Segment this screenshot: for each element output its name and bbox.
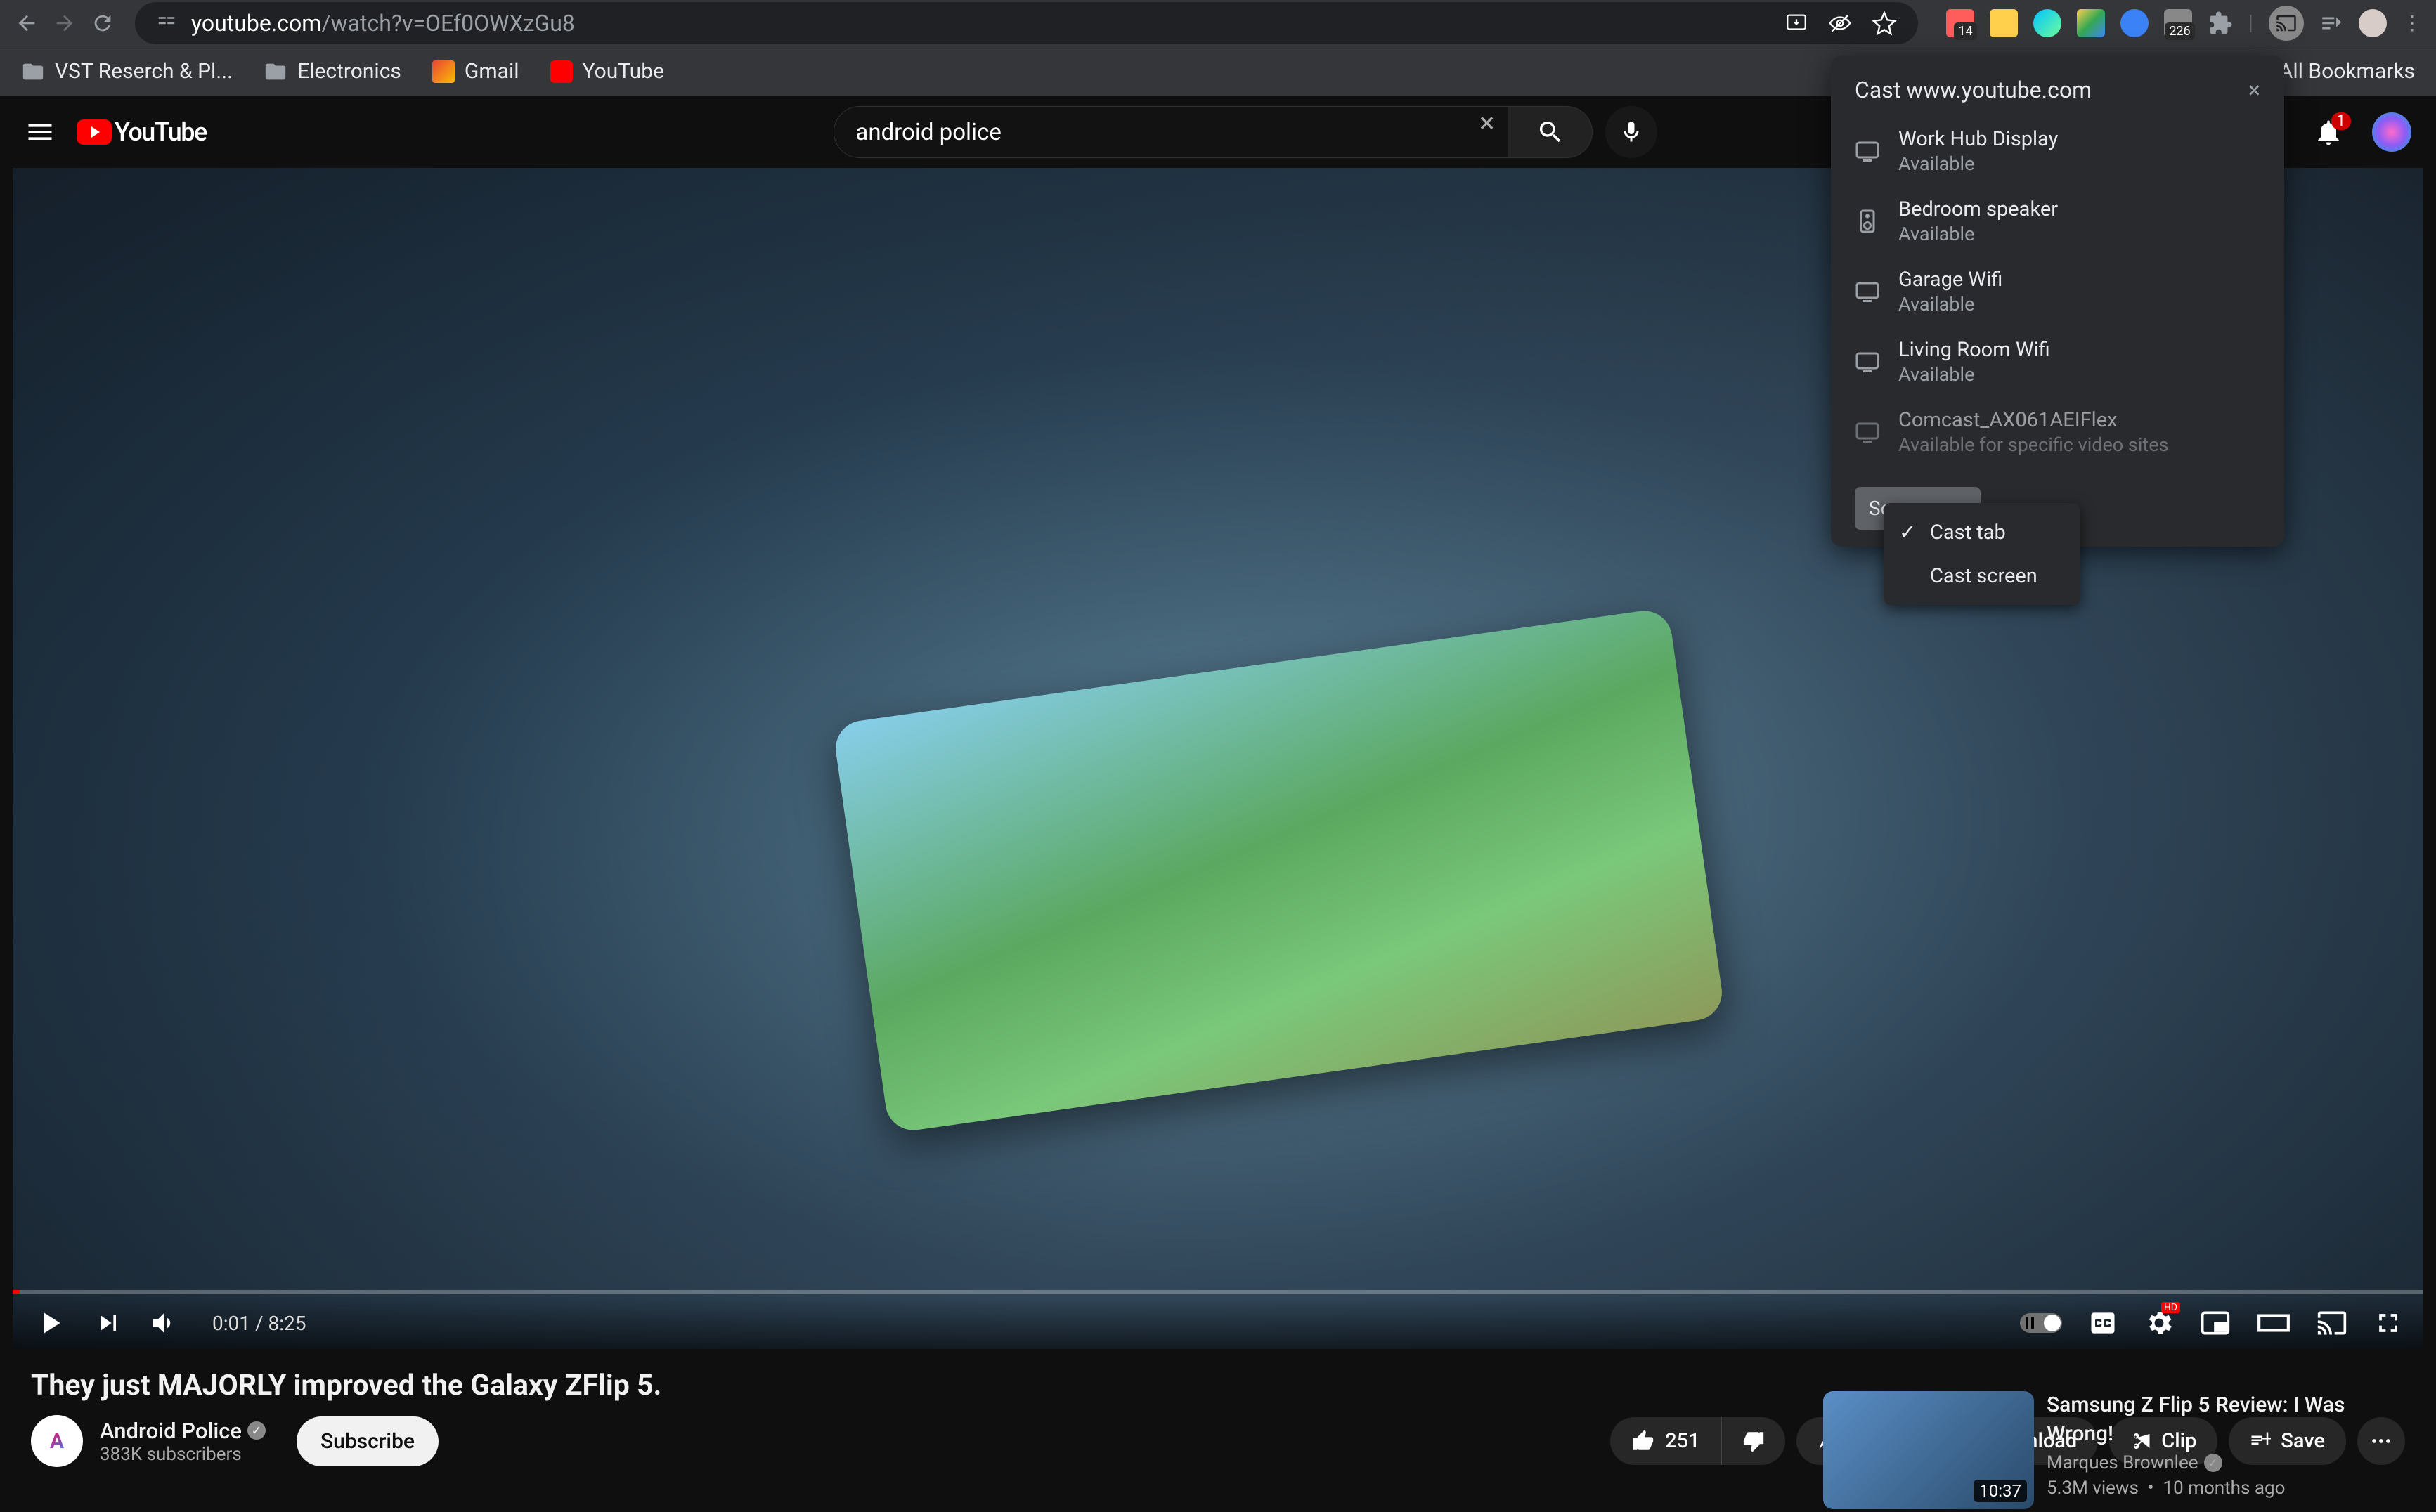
source-option[interactable]: ✓ Cast tab xyxy=(1884,510,2080,554)
like-count: 251 xyxy=(1665,1429,1699,1453)
ext-counter-icon[interactable]: 226 xyxy=(2164,9,2192,37)
dislike-button[interactable] xyxy=(1722,1417,1785,1465)
profile-avatar[interactable] xyxy=(2359,9,2387,37)
youtube-logo[interactable]: YouTube xyxy=(77,117,207,147)
source-option[interactable]: Cast screen xyxy=(1884,554,2080,598)
recommended-meta: 5.3M views • 10 months ago xyxy=(2047,1478,2405,1499)
check-icon: ✓ xyxy=(1899,520,1916,545)
account-avatar[interactable] xyxy=(2372,112,2411,152)
ext-zoom-icon[interactable] xyxy=(2120,9,2149,37)
bookmark-star-icon[interactable] xyxy=(1872,11,1897,36)
like-button[interactable]: 251 xyxy=(1610,1417,1721,1465)
cast-device-status: Available xyxy=(1898,152,2058,175)
sources-menu: ✓ Cast tab Cast screen xyxy=(1884,503,2080,605)
bookmark-label: Gmail xyxy=(465,59,519,84)
recommended-thumbnail[interactable]: 10:37 xyxy=(1823,1391,2034,1509)
subscriber-count: 383K subscribers xyxy=(100,1444,266,1465)
media-control-icon[interactable] xyxy=(2319,11,2343,35)
cast-player-button[interactable] xyxy=(2317,1308,2347,1338)
cast-device-item: Comcast_AX061AEIFlexAvailable for specif… xyxy=(1831,397,2284,467)
bookmark-youtube[interactable]: YouTube xyxy=(550,59,665,84)
cast-popup: Cast www.youtube.com × Work Hub DisplayA… xyxy=(1831,56,2284,547)
search-form: × xyxy=(834,106,1593,158)
thumb-duration: 10:37 xyxy=(1974,1480,2027,1502)
cast-device-status: Available for specific video sites xyxy=(1898,434,2169,456)
ext-circle-icon[interactable] xyxy=(2033,9,2061,37)
subscribe-button[interactable]: Subscribe xyxy=(297,1416,439,1466)
cast-device-name: Bedroom speaker xyxy=(1898,197,2058,221)
ext-drive-icon[interactable] xyxy=(2077,9,2105,37)
bookmark-gmail[interactable]: Gmail xyxy=(432,59,519,84)
install-app-icon[interactable] xyxy=(1784,11,1808,35)
autoplay-toggle[interactable] xyxy=(2020,1313,2062,1333)
back-button[interactable] xyxy=(14,11,39,36)
cast-device-icon xyxy=(1855,209,1880,234)
source-label: Cast screen xyxy=(1930,564,2037,588)
cast-device-icon xyxy=(1855,138,1880,164)
cast-device-name: Living Room Wifi xyxy=(1898,338,2050,362)
chrome-menu-icon[interactable]: ⋮ xyxy=(2402,11,2422,34)
player-controls: 0:01 / 8:25 HD xyxy=(13,1297,2423,1349)
notification-badge: 1 xyxy=(2331,112,2351,130)
verified-icon: ✓ xyxy=(2204,1454,2222,1472)
fullscreen-button[interactable] xyxy=(2373,1308,2404,1338)
address-bar[interactable]: youtube.com/watch?v=OEf0OWXzGu8 xyxy=(135,2,1918,44)
cast-device-icon xyxy=(1855,349,1880,374)
miniplayer-button[interactable] xyxy=(2200,1308,2231,1338)
bookmark-label: YouTube xyxy=(583,59,665,84)
site-info-icon[interactable] xyxy=(156,13,177,34)
extensions-puzzle-icon[interactable] xyxy=(2208,11,2233,36)
search-input[interactable] xyxy=(834,106,1522,158)
captions-button[interactable] xyxy=(2087,1308,2118,1338)
recommended-channel[interactable]: Marques Brownlee✓ xyxy=(2047,1452,2405,1473)
reload-button[interactable] xyxy=(90,11,115,36)
ext-notes-icon[interactable] xyxy=(1990,9,2018,37)
channel-name[interactable]: Android Police✓ xyxy=(100,1418,266,1444)
cast-device-icon xyxy=(1855,419,1880,445)
cast-device-status: Available xyxy=(1898,293,2002,315)
bookmark-label: VST Reserch & Pl... xyxy=(55,59,233,84)
volume-button[interactable] xyxy=(149,1308,180,1338)
channel-avatar[interactable]: A xyxy=(31,1415,83,1467)
incognito-eye-icon[interactable] xyxy=(1828,11,1852,35)
next-button[interactable] xyxy=(93,1308,124,1338)
progress-bar[interactable] xyxy=(13,1290,2423,1294)
ext-calendar-icon[interactable]: 14 xyxy=(1946,9,1974,37)
theater-button[interactable] xyxy=(2256,1305,2291,1341)
cast-popup-title: Cast www.youtube.com xyxy=(1855,77,2092,103)
recommended-title[interactable]: Samsung Z Flip 5 Review: I Was Wrong! xyxy=(2047,1391,2405,1448)
cast-button-active[interactable] xyxy=(2269,6,2304,41)
browser-toolbar: youtube.com/watch?v=OEf0OWXzGu8 14 226 |… xyxy=(0,0,2436,46)
voice-search-button[interactable] xyxy=(1605,106,1657,158)
source-label: Cast tab xyxy=(1930,521,2006,545)
bookmark-label: All Bookmarks xyxy=(2279,59,2415,84)
search-button[interactable] xyxy=(1508,106,1593,158)
settings-button[interactable]: HD xyxy=(2144,1308,2175,1338)
bookmark-folder-vst[interactable]: VST Reserch & Pl... xyxy=(21,59,233,84)
cast-device-item[interactable]: Work Hub DisplayAvailable xyxy=(1831,116,2284,186)
cast-device-item[interactable]: Bedroom speakerAvailable xyxy=(1831,186,2284,256)
cast-device-item[interactable]: Garage WifiAvailable xyxy=(1831,256,2284,327)
time-display: 0:01 / 8:25 xyxy=(212,1312,306,1335)
notifications-icon[interactable]: 1 xyxy=(2313,117,2344,148)
url-text: youtube.com/watch?v=OEf0OWXzGu8 xyxy=(191,10,1770,37)
hamburger-icon[interactable] xyxy=(25,117,56,148)
cast-device-name: Garage Wifi xyxy=(1898,268,2002,292)
close-icon[interactable]: × xyxy=(2248,77,2260,103)
recommended-sidebar: 10:37 Samsung Z Flip 5 Review: I Was Wro… xyxy=(1823,1391,2405,1509)
cast-device-icon xyxy=(1855,279,1880,304)
verified-icon: ✓ xyxy=(247,1421,266,1440)
play-button[interactable] xyxy=(32,1305,67,1341)
bookmark-folder-electronics[interactable]: Electronics xyxy=(264,59,401,84)
clear-search-icon[interactable]: × xyxy=(1479,106,1494,158)
cast-device-name: Comcast_AX061AEIFlex xyxy=(1898,408,2169,432)
cast-device-item[interactable]: Living Room WifiAvailable xyxy=(1831,327,2284,397)
extensions-row: 14 226 | ⋮ xyxy=(1946,6,2422,41)
forward-button[interactable] xyxy=(52,11,77,36)
cast-device-status: Available xyxy=(1898,223,2058,245)
cast-device-status: Available xyxy=(1898,363,2050,386)
cast-device-name: Work Hub Display xyxy=(1898,127,2058,151)
bookmark-label: Electronics xyxy=(297,59,401,84)
